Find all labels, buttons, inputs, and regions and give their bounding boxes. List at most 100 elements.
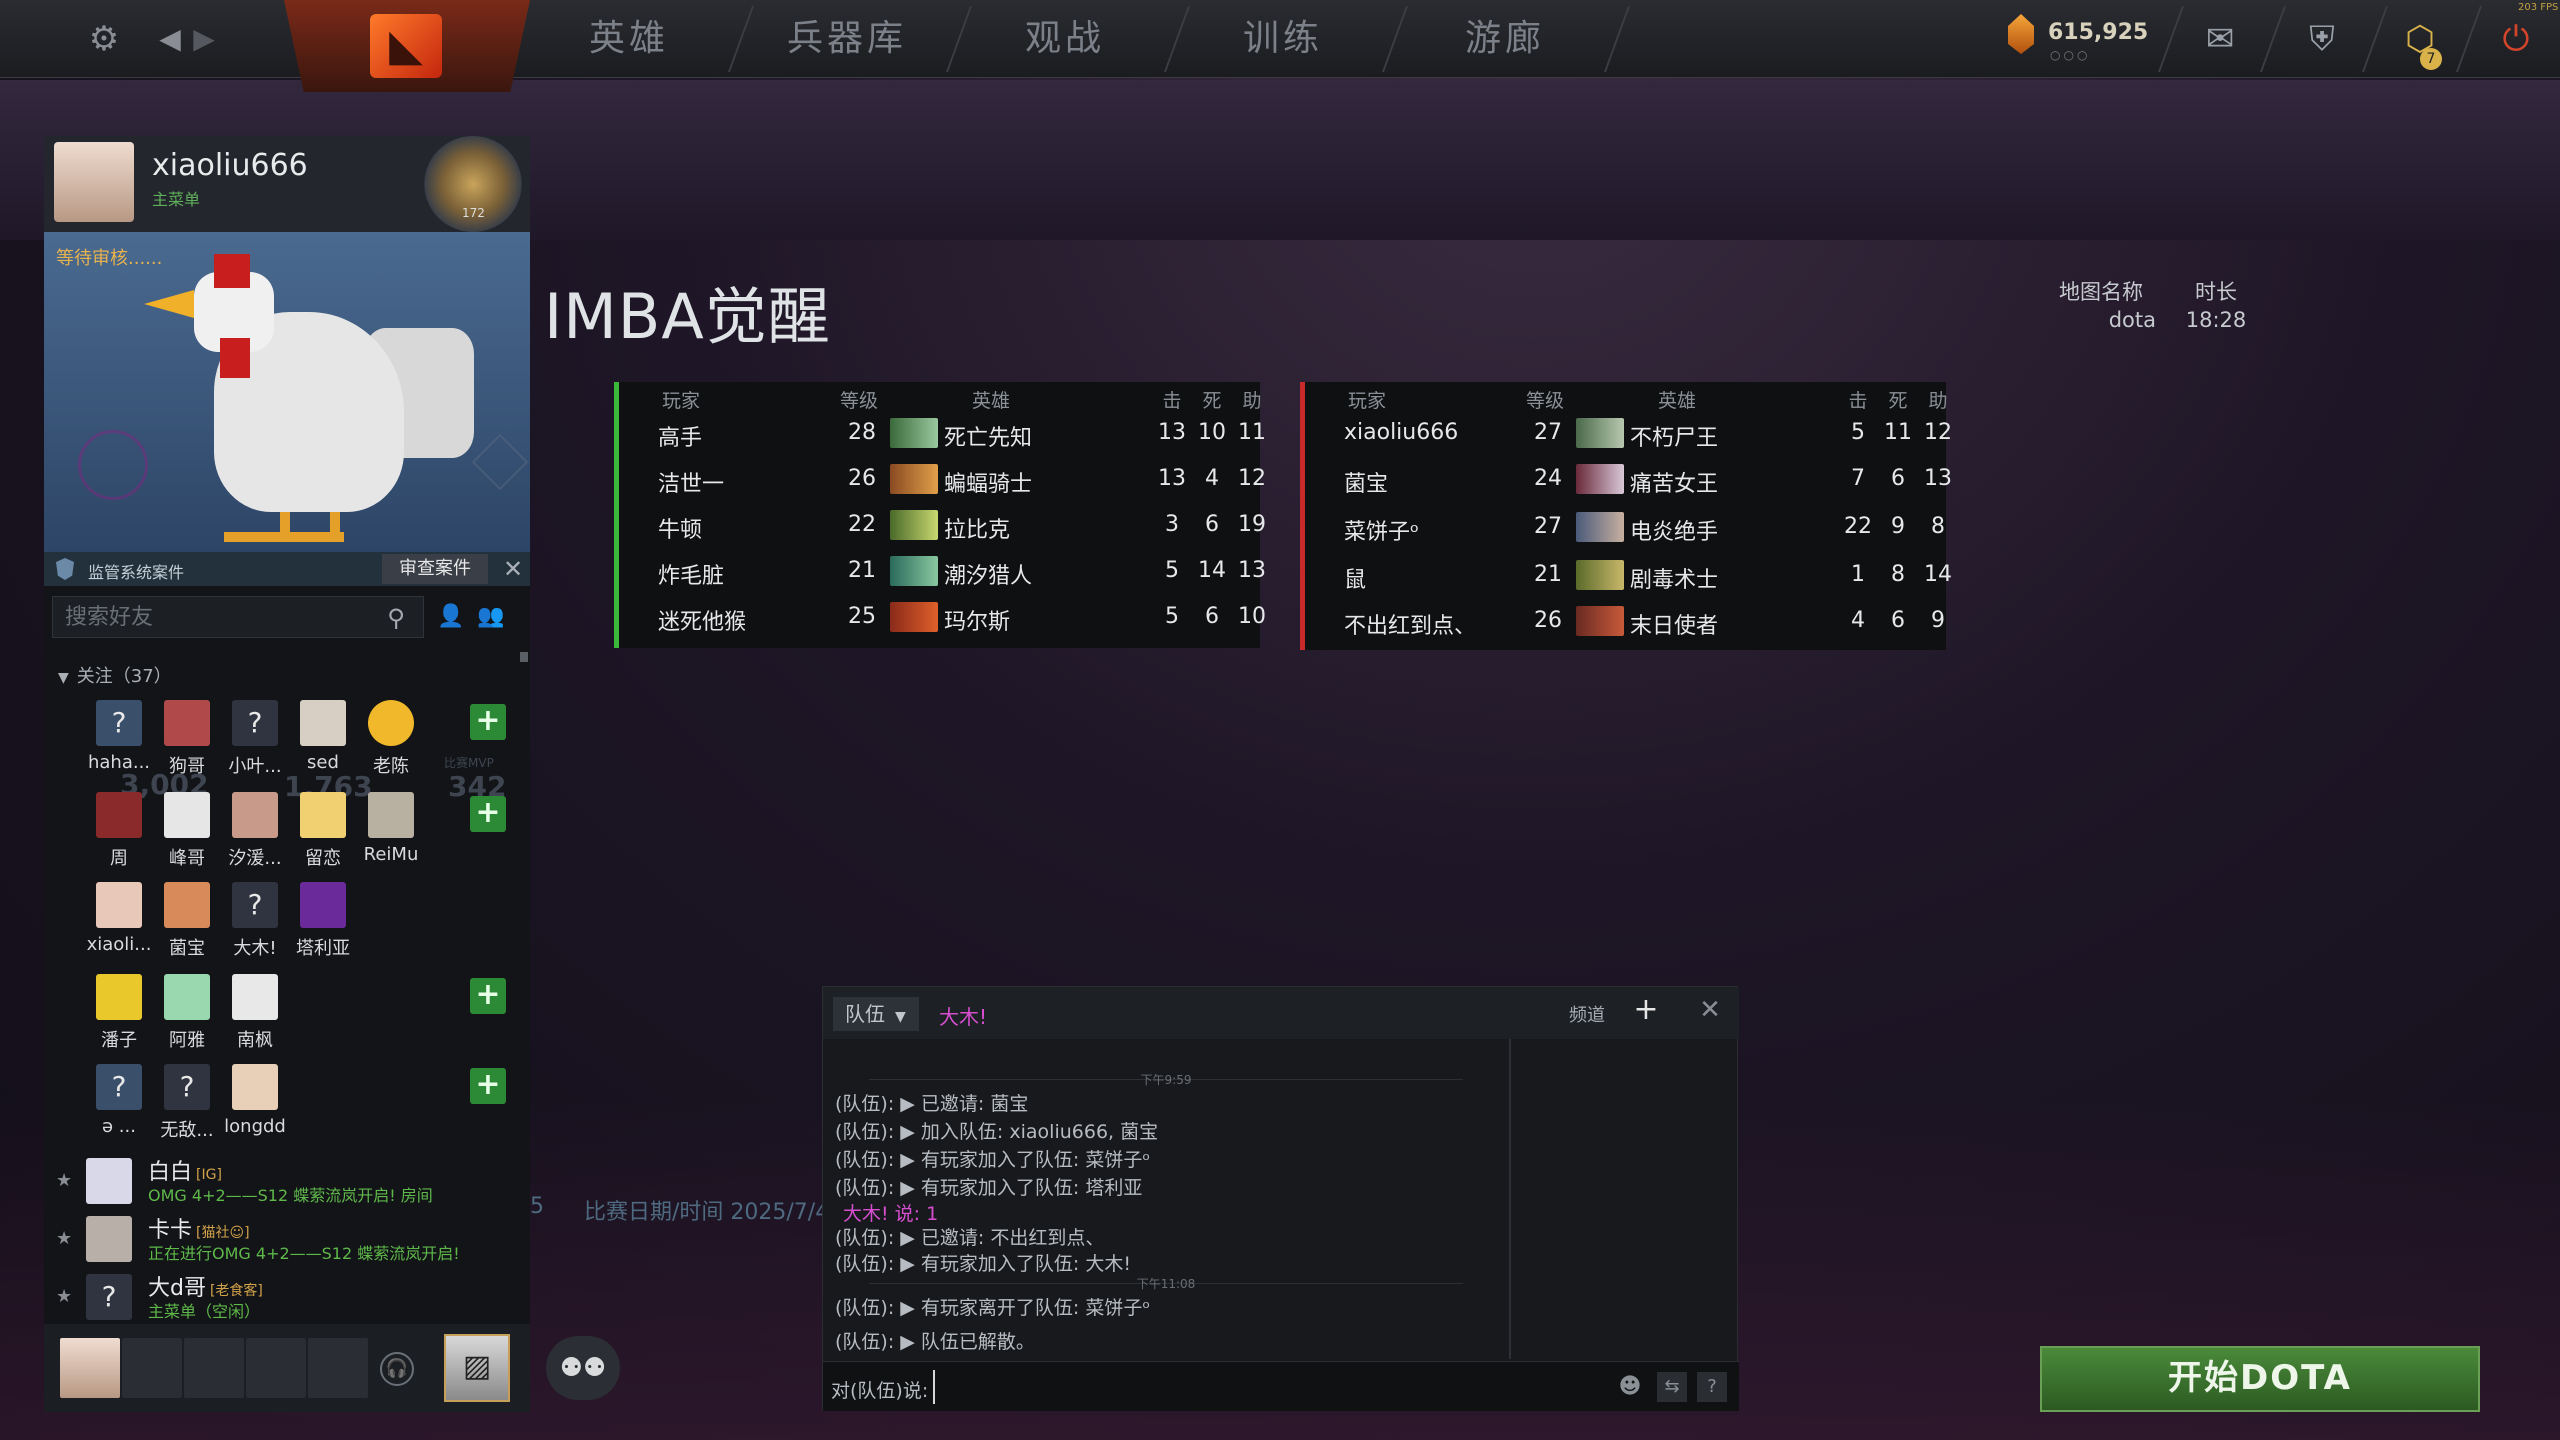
chat-tab-party[interactable]: 队伍 ▼ [833, 997, 919, 1031]
friend-item[interactable]: ReiMu [358, 792, 424, 865]
close-icon[interactable]: ✕ [498, 554, 528, 584]
chat-input[interactable] [933, 1370, 1413, 1404]
play-dota-button[interactable]: 开始DOTA [2040, 1346, 2480, 1412]
star-icon[interactable]: ★ [56, 1228, 72, 1249]
group-header-following[interactable]: ▼ 关注（37） [58, 662, 172, 688]
player-name[interactable]: 洁世一 [658, 466, 724, 498]
avatar[interactable] [54, 142, 134, 222]
mail-icon[interactable]: ✉ [2180, 0, 2260, 78]
player-name[interactable]: 炸毛脏 [658, 558, 724, 590]
review-case-button[interactable]: 审查案件 [382, 554, 488, 584]
star-icon[interactable]: ★ [56, 1286, 72, 1307]
table-row[interactable]: 鼠 21 剧毒术士 1 8 14 [1300, 554, 1952, 600]
friend-item[interactable]: 峰哥 [154, 792, 220, 870]
table-row[interactable]: 高手 28 死亡先知 13 10 11 [614, 412, 1266, 458]
table-row[interactable]: 菌宝 24 痛苦女王 7 6 13 [1300, 458, 1952, 504]
party-slot-empty[interactable] [184, 1338, 244, 1398]
matchmaking-medal-button[interactable]: ▨ [444, 1334, 510, 1402]
nav-heroes[interactable]: 英雄 [534, 0, 724, 78]
table-row[interactable]: 洁世一 26 蝙蝠骑士 13 4 12 [614, 458, 1266, 504]
friend-item[interactable]: ? ə ... [86, 1064, 152, 1137]
friend-item[interactable]: ? 小叶... [222, 700, 288, 778]
friend-item[interactable]: ? haha... [86, 700, 152, 773]
party-menu-button[interactable]: ⚉⚉ [546, 1336, 620, 1400]
player-name[interactable]: xiaoliu666 [1344, 420, 1458, 445]
profile-card[interactable]: xiaoliu666 主菜单 172 [44, 136, 530, 232]
friend-groups-icon[interactable]: 👥 [476, 604, 506, 632]
shards-amount[interactable]: 615,925 [2048, 20, 2148, 45]
table-row[interactable]: xiaoliu666 27 不朽尸王 5 11 12 [1300, 412, 1952, 458]
friend-item[interactable]: 老陈 [358, 700, 424, 778]
star-icon[interactable]: ★ [56, 1170, 72, 1191]
player-name[interactable]: 不出红到点、 [1344, 608, 1476, 640]
friend-item[interactable]: ? 大木! [222, 882, 288, 960]
friend-item[interactable]: 留恋 [290, 792, 356, 870]
chat-message: (队伍): ▶ 有玩家加入了队伍: 菜饼子ᵒ [835, 1145, 1150, 1172]
nav-learn[interactable]: 训练 [1188, 0, 1378, 78]
table-row[interactable]: 迷死他猴 25 玛尔斯 5 6 10 [614, 596, 1266, 642]
favorite-friend[interactable]: ★ ? 大d哥 [老食客] 主菜单（空闲） [44, 1268, 530, 1324]
friend-item[interactable]: xiaoli... [86, 882, 152, 955]
add-friend-button[interactable]: + [470, 978, 506, 1014]
friend-item[interactable]: 菌宝 [154, 882, 220, 960]
nav-armory[interactable]: 兵器库 [752, 0, 942, 78]
favorite-friend[interactable]: ★ 卡卡 [猫社☺] 正在进行OMG 4+2——S12 蝶萦流岚开启! [44, 1210, 530, 1266]
friend-item[interactable]: longdd [222, 1064, 288, 1137]
player-name[interactable]: 高手 [658, 420, 702, 452]
table-row[interactable]: 菜饼子ᵒ 27 电炎绝手 22 9 8 [1300, 506, 1946, 552]
close-icon[interactable]: ✕ [1695, 995, 1725, 1025]
battlepass-plus-icon[interactable]: ⬡ [2380, 0, 2460, 78]
add-friend-icon[interactable]: 👤 [436, 604, 466, 632]
forward-arrow-icon[interactable]: ▶ [184, 0, 224, 78]
friend-item[interactable]: 周 [86, 792, 152, 870]
party-slot-empty[interactable] [308, 1338, 368, 1398]
friend-avatar: ? [232, 882, 278, 928]
player-name[interactable]: 迷死他猴 [658, 604, 746, 636]
deaths: 6 [1205, 512, 1219, 537]
search-friends-input[interactable] [52, 596, 424, 638]
player-name[interactable]: 鼠 [1344, 562, 1366, 594]
friend-item[interactable]: 阿雅 [154, 974, 220, 1052]
chat-log[interactable]: 下午9:59 (队伍): ▶ 已邀请: 菌宝 (队伍): ▶ 加入队伍: xia… [829, 1047, 1503, 1357]
friend-item[interactable]: 南枫 [222, 974, 288, 1052]
favorite-friend[interactable]: ★ 白白 [IG] OMG 4+2——S12 蝶萦流岚开启! 房间 [44, 1152, 530, 1208]
party-slot-empty[interactable] [246, 1338, 306, 1398]
assists: 9 [1931, 608, 1945, 633]
friend-name: 狗哥 [169, 756, 205, 777]
help-icon[interactable]: ? [1697, 1372, 1727, 1402]
friend-item[interactable]: sed [290, 700, 356, 773]
player-name[interactable]: 牛顿 [658, 512, 702, 544]
friend-item[interactable]: 潘子 [86, 974, 152, 1052]
settings-gear-icon[interactable]: ⚙ [78, 0, 130, 78]
party-slot-empty[interactable] [122, 1338, 182, 1398]
player-name[interactable]: 菜饼子ᵒ [1344, 514, 1419, 546]
add-channel-icon[interactable]: + [1631, 995, 1661, 1025]
add-friend-button[interactable]: + [470, 796, 506, 832]
add-friend-button[interactable]: + [470, 704, 506, 740]
add-friend-button[interactable]: + [470, 1068, 506, 1104]
msg-user[interactable]: 大木! [843, 1203, 889, 1225]
channel-button[interactable]: 频道 [1569, 1001, 1605, 1027]
player-name[interactable]: 菌宝 [1344, 466, 1388, 498]
friend-item[interactable]: 狗哥 [154, 700, 220, 778]
friend-item[interactable]: 汐湲... [222, 792, 288, 870]
shield-icon [56, 558, 74, 580]
scrollbar[interactable] [520, 652, 528, 662]
table-row[interactable]: 炸毛脏 21 潮汐猎人 5 14 13 [614, 550, 1266, 596]
nav-arcade[interactable]: 游廊 [1410, 0, 1600, 78]
table-row[interactable]: 牛顿 22 拉比克 3 6 19 [614, 504, 1266, 550]
friend-item[interactable]: ? 无敌... [154, 1064, 220, 1142]
friend-avatar [164, 700, 210, 746]
profile-portrait[interactable]: 等待审核...... [44, 232, 530, 552]
armory-banner-icon[interactable]: ⛨ [2282, 0, 2362, 78]
nav-watch[interactable]: 观战 [970, 0, 1160, 78]
party-slot-self[interactable] [60, 1338, 120, 1398]
dota-home-button[interactable]: ◣ [284, 0, 530, 92]
friend-item[interactable]: 塔利亚 [290, 882, 356, 960]
chat-wheel-icon[interactable]: ⇆ [1657, 1372, 1687, 1402]
headset-icon[interactable]: 🎧 [380, 1352, 414, 1386]
search-icon[interactable]: ⚲ [382, 604, 410, 632]
emoji-icon[interactable]: ☻ [1615, 1372, 1645, 1402]
chat-tab-user[interactable]: 大木! [939, 1001, 987, 1030]
table-row[interactable]: 不出红到点、 26 末日使者 4 6 9 [1300, 600, 1946, 646]
